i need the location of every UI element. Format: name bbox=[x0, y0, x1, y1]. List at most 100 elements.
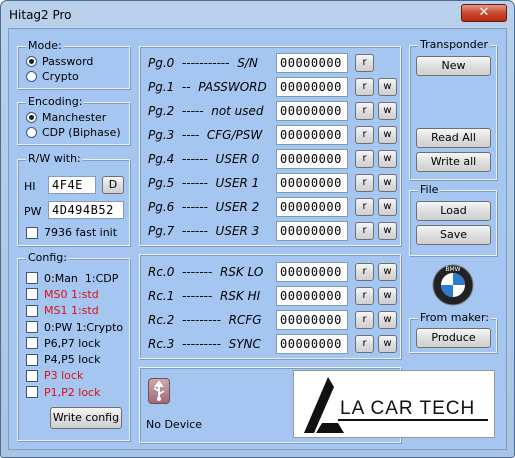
manchester-radio[interactable] bbox=[26, 112, 37, 123]
page-row: Pg.4 ------ USER 0 00000000 r w bbox=[140, 149, 400, 169]
close-button[interactable]: ✕ bbox=[461, 4, 507, 22]
rc-row: Rc.1 ------- RSK HI 00000000 r w bbox=[140, 286, 400, 306]
page-write-button[interactable]: w bbox=[378, 198, 397, 216]
encoding-manchester-option[interactable]: Manchester bbox=[26, 111, 106, 124]
config-checkbox[interactable] bbox=[26, 337, 38, 350]
config-checkbox[interactable] bbox=[26, 321, 38, 334]
config-item-label: P1,P2 lock bbox=[44, 385, 101, 399]
password-radio[interactable] bbox=[26, 56, 37, 67]
encoding-cdp-option[interactable]: CDP (Biphase) bbox=[26, 126, 121, 139]
page-label: Pg.7 ------ USER 3 bbox=[148, 224, 260, 238]
mode-password-option[interactable]: Password bbox=[26, 55, 93, 68]
crypto-label: Crypto bbox=[42, 70, 79, 83]
page-value-field[interactable]: 00000000 bbox=[276, 197, 348, 217]
config-item-label: MS1 1:std bbox=[44, 304, 99, 318]
page-label: Pg.2 ----- not used bbox=[148, 104, 264, 118]
rc-value-field[interactable]: 00000000 bbox=[276, 262, 348, 282]
title-bar: Hitag2 Pro ✕ bbox=[1, 1, 514, 29]
config-item[interactable]: 0:Man 1:CDP bbox=[26, 270, 123, 286]
page-write-button[interactable]: w bbox=[378, 102, 397, 120]
bmw-logo-text: BMW bbox=[445, 266, 460, 273]
config-checkbox[interactable] bbox=[26, 353, 38, 366]
rc-value-field[interactable]: 00000000 bbox=[276, 310, 348, 330]
config-item[interactable]: P1,P2 lock bbox=[26, 384, 123, 400]
write-all-button[interactable]: Write all bbox=[416, 152, 491, 172]
hi-d-button[interactable]: D bbox=[102, 176, 124, 194]
page-row: Pg.0 ----------- S/N 00000000 r bbox=[140, 53, 400, 73]
page-read-button[interactable]: r bbox=[355, 102, 374, 120]
config-checkbox[interactable] bbox=[26, 304, 38, 317]
encoding-group: Encoding: Manchester CDP (Biphase) bbox=[17, 95, 130, 145]
fast-init-option[interactable]: 7936 fast init bbox=[26, 226, 117, 239]
cdp-radio[interactable] bbox=[26, 127, 37, 138]
page-value-field[interactable]: 00000000 bbox=[276, 221, 348, 241]
page-read-button[interactable]: r bbox=[355, 198, 374, 216]
page-write-button[interactable]: w bbox=[378, 222, 397, 240]
page-read-button[interactable]: r bbox=[355, 78, 374, 96]
config-title: Config: bbox=[26, 251, 69, 265]
pages-group: Pg.0 ----------- S/N 00000000 r Pg.1 -- PAS… bbox=[139, 46, 401, 246]
page-write-button[interactable]: w bbox=[378, 174, 397, 192]
page-read-button[interactable]: r bbox=[355, 222, 374, 240]
device-status: No Device bbox=[146, 418, 203, 431]
page-row: Pg.7 ------ USER 3 00000000 r w bbox=[140, 221, 400, 241]
new-button[interactable]: New bbox=[416, 56, 491, 76]
rc-read-button[interactable]: r bbox=[355, 311, 374, 329]
window-title: Hitag2 Pro bbox=[9, 8, 72, 22]
rc-read-button[interactable]: r bbox=[355, 263, 374, 281]
config-item[interactable]: 0:PW 1:Crypto bbox=[26, 319, 123, 335]
page-read-button[interactable]: r bbox=[355, 174, 374, 192]
config-item[interactable]: MS0 1:std bbox=[26, 286, 123, 302]
rc-value-field[interactable]: 00000000 bbox=[276, 286, 348, 306]
password-label: Password bbox=[42, 55, 94, 68]
rc-value-field[interactable]: 00000000 bbox=[276, 334, 348, 354]
page-value-field[interactable]: 00000000 bbox=[276, 125, 348, 145]
config-item-label: 0:PW 1:Crypto bbox=[44, 320, 124, 334]
rw-title: R/W with: bbox=[26, 152, 83, 166]
config-item[interactable]: P4,P5 lock bbox=[26, 351, 123, 367]
manchester-label: Manchester bbox=[42, 111, 107, 124]
page-value-field[interactable]: 00000000 bbox=[276, 101, 348, 121]
config-item[interactable]: P3 lock bbox=[26, 368, 123, 384]
config-checkbox[interactable] bbox=[26, 272, 38, 285]
config-checkbox[interactable] bbox=[26, 288, 38, 301]
page-write-button[interactable]: w bbox=[378, 150, 397, 168]
page-value-field[interactable]: 00000000 bbox=[276, 53, 348, 73]
write-config-button[interactable]: Write config bbox=[50, 407, 122, 429]
read-all-button[interactable]: Read All bbox=[416, 128, 491, 148]
save-button[interactable]: Save bbox=[416, 225, 491, 245]
config-checkbox[interactable] bbox=[26, 369, 38, 382]
mode-crypto-option[interactable]: Crypto bbox=[26, 70, 79, 83]
page-label: Pg.0 ----------- S/N bbox=[148, 56, 258, 70]
page-read-button[interactable]: r bbox=[355, 126, 374, 144]
rc-read-button[interactable]: r bbox=[355, 335, 374, 353]
pw-field[interactable]: 4D494B52 bbox=[48, 201, 124, 219]
rc-read-button[interactable]: r bbox=[355, 287, 374, 305]
config-item[interactable]: P6,P7 lock bbox=[26, 335, 123, 351]
rc-write-button[interactable]: w bbox=[378, 311, 397, 329]
page-read-button[interactable]: r bbox=[355, 150, 374, 168]
page-row: Pg.1 -- PASSWORD 00000000 r w bbox=[140, 77, 400, 97]
rc-row: Rc.0 ------- RSK LO 00000000 r w bbox=[140, 262, 400, 282]
crypto-radio[interactable] bbox=[26, 71, 37, 82]
page-value-field[interactable]: 00000000 bbox=[276, 77, 348, 97]
page-write-button[interactable]: w bbox=[378, 78, 397, 96]
rc-write-button[interactable]: w bbox=[378, 287, 397, 305]
config-group: Config: 0:Man 1:CDP MS0 1:std MS1 1:std 0:P… bbox=[17, 251, 130, 441]
page-value-field[interactable]: 00000000 bbox=[276, 173, 348, 193]
rc-group: Rc.0 ------- RSK LO 00000000 r w Rc.1 ------… bbox=[139, 254, 401, 359]
produce-button[interactable]: Produce bbox=[416, 328, 491, 348]
usb-icon bbox=[148, 378, 170, 404]
config-checkbox[interactable] bbox=[26, 386, 38, 399]
page-label: Pg.1 -- PASSWORD bbox=[148, 80, 267, 94]
page-value-field[interactable]: 00000000 bbox=[276, 149, 348, 169]
page-write-button[interactable]: w bbox=[378, 126, 397, 144]
fast-init-checkbox[interactable] bbox=[26, 226, 38, 239]
page-label: Pg.4 ------ USER 0 bbox=[148, 152, 260, 166]
page-read-button[interactable]: r bbox=[355, 54, 374, 72]
hi-field[interactable]: 4F4E bbox=[48, 176, 96, 194]
config-item[interactable]: MS1 1:std bbox=[26, 303, 123, 319]
rc-write-button[interactable]: w bbox=[378, 263, 397, 281]
load-button[interactable]: Load bbox=[416, 201, 491, 221]
rc-write-button[interactable]: w bbox=[378, 335, 397, 353]
